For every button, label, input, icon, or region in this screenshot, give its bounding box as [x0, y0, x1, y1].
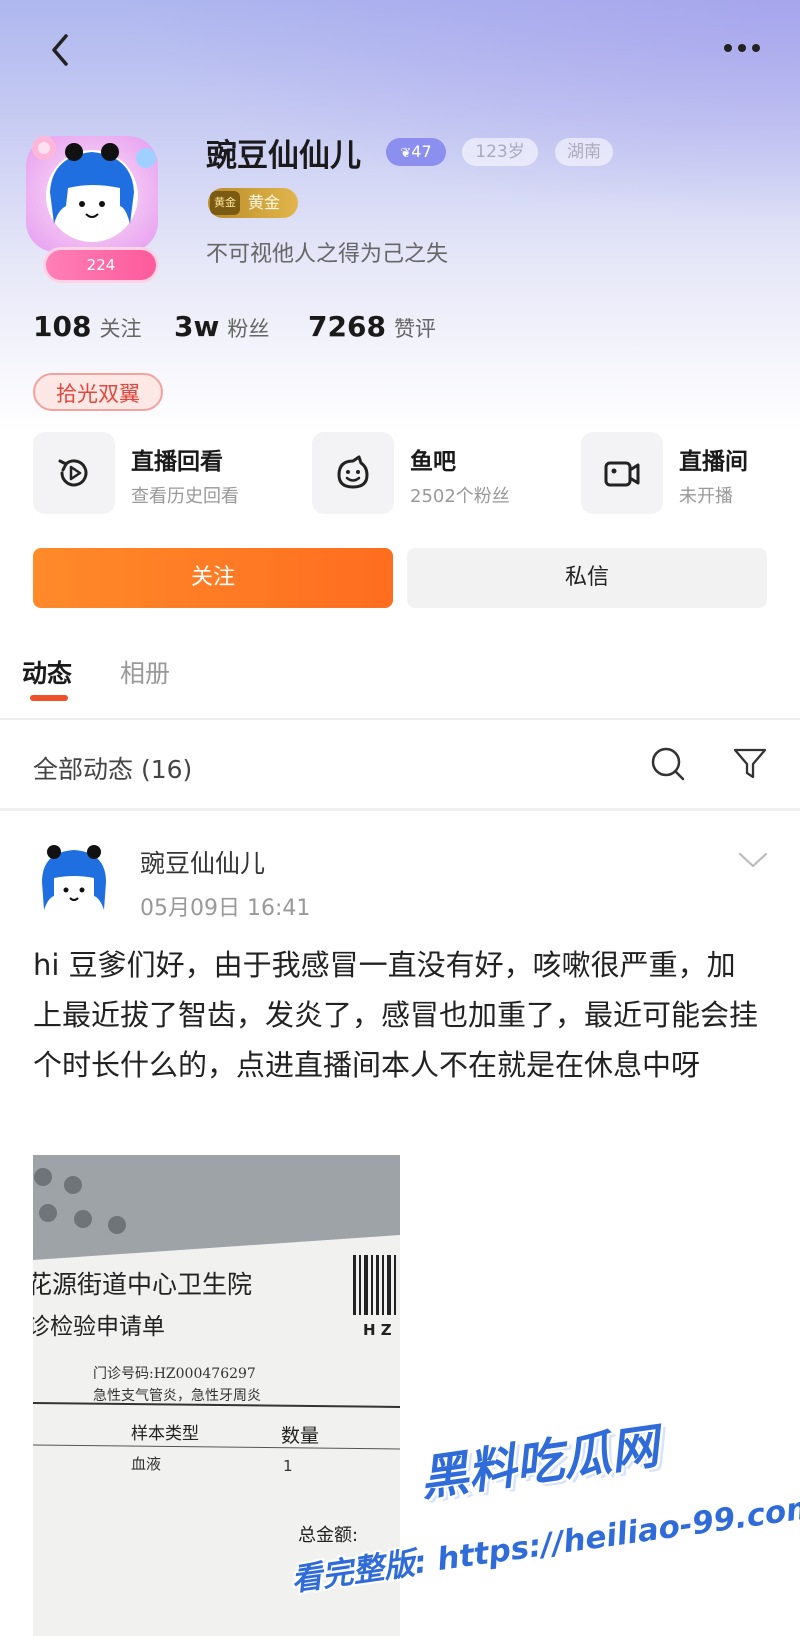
quick-link-fish-bar[interactable]: 鱼吧 2502个粉丝 — [312, 432, 552, 516]
quick-link-sub: 查看历史回看 — [131, 486, 239, 507]
age-badge: 123岁 — [462, 138, 538, 166]
form-col-sample: 样本类型 — [131, 1424, 199, 1444]
search-button[interactable] — [648, 744, 688, 788]
profile-name: 豌豆仙仙儿 — [206, 138, 361, 174]
search-icon — [651, 747, 685, 781]
author-avatar-icon — [38, 844, 110, 916]
divider — [0, 808, 800, 811]
stat-value: 3w — [174, 310, 220, 343]
feed-filter-label[interactable]: 全部动态 (16) — [33, 750, 192, 786]
post-body-text: hi 豆爹们好，由于我感冒一直没有好，咳嗽很严重，加上最近拔了智齿，发炎了，感冒… — [33, 948, 759, 1082]
form-qty: 1 — [283, 1457, 293, 1475]
title-tag[interactable]: 拾光双翼 — [33, 373, 163, 411]
form-diagnosis: 急性支气管炎，急性牙周炎 — [93, 1388, 261, 1404]
stat-label: 赞评 — [393, 317, 436, 341]
vip-gold-badge[interactable]: 黄金 黄金 — [208, 188, 298, 218]
stat-label: 粉丝 — [227, 317, 270, 341]
quick-link-title: 鱼吧 — [410, 449, 456, 475]
replay-icon — [58, 459, 88, 487]
fish-bar-icon — [337, 455, 369, 489]
more-options-button[interactable] — [720, 30, 770, 70]
replay-icon-tile — [33, 432, 115, 514]
quick-link-replay[interactable]: 直播回看 查看历史回看 — [33, 432, 283, 516]
live-room-icon-tile — [581, 432, 663, 514]
profile-bio: 不可视他人之得为己之失 — [206, 242, 449, 267]
follow-button[interactable]: 关注 — [33, 548, 393, 608]
divider — [0, 718, 800, 720]
more-dots-icon — [724, 44, 760, 52]
quick-link-sub: 未开播 — [679, 486, 733, 507]
chevron-left-icon — [52, 34, 68, 66]
form-total: 总金额: — [298, 1525, 359, 1546]
form-barcode-text: H Z — [363, 1321, 392, 1339]
wings-icon: ❦ — [400, 146, 412, 161]
quick-link-sub: 2502个粉丝 — [410, 486, 510, 507]
back-button[interactable] — [42, 30, 82, 70]
form-title: 诊检验申请单 — [33, 1314, 165, 1340]
stat-value: 7268 — [308, 310, 386, 343]
quick-link-title: 直播回看 — [131, 449, 223, 475]
stat-following[interactable]: 108 关注 — [33, 310, 141, 343]
watermark-brand: 黑料吃瓜网 — [416, 1418, 663, 1508]
fish-bar-icon-tile — [312, 432, 394, 514]
level-badge-value: 47 — [411, 142, 432, 161]
level-badge[interactable]: ❦47 — [386, 138, 446, 166]
post-author-name[interactable]: 豌豆仙仙儿 — [140, 844, 265, 880]
form-sample: 血液 — [131, 1455, 162, 1473]
avatar-frame-icon — [26, 136, 158, 252]
chevron-down-icon — [738, 852, 768, 868]
post-author-avatar[interactable] — [36, 842, 112, 918]
quick-link-live-room[interactable]: 直播间 未开播 — [581, 432, 781, 516]
avatar-level-pill: 224 — [46, 250, 156, 280]
live-room-icon — [604, 461, 640, 487]
post-menu-button[interactable] — [738, 850, 768, 874]
post-timestamp: 05月09日 16:41 — [140, 896, 311, 921]
tab-feed[interactable]: 动态 — [22, 654, 72, 690]
stat-value: 108 — [33, 310, 92, 343]
region-badge: 湖南 — [555, 138, 613, 166]
stat-label: 关注 — [99, 317, 142, 341]
stat-fans[interactable]: 3w 粉丝 — [174, 310, 269, 343]
tab-active-indicator — [30, 695, 68, 701]
form-clinic-no: 门诊号码:HZ000476297 — [93, 1366, 256, 1382]
tab-album[interactable]: 相册 — [120, 654, 170, 690]
gold-medal-icon: 黄金 — [210, 191, 240, 215]
form-col-qty: 数量 — [281, 1425, 320, 1447]
form-hospital: 花源街道中心卫生院 — [33, 1270, 253, 1299]
vip-label: 黄金 — [248, 193, 281, 212]
filter-button[interactable] — [732, 746, 768, 786]
quick-link-title: 直播间 — [679, 449, 748, 475]
filter-funnel-icon — [733, 748, 767, 779]
message-button[interactable]: 私信 — [407, 548, 767, 608]
stat-likes[interactable]: 7268 赞评 — [308, 310, 436, 343]
